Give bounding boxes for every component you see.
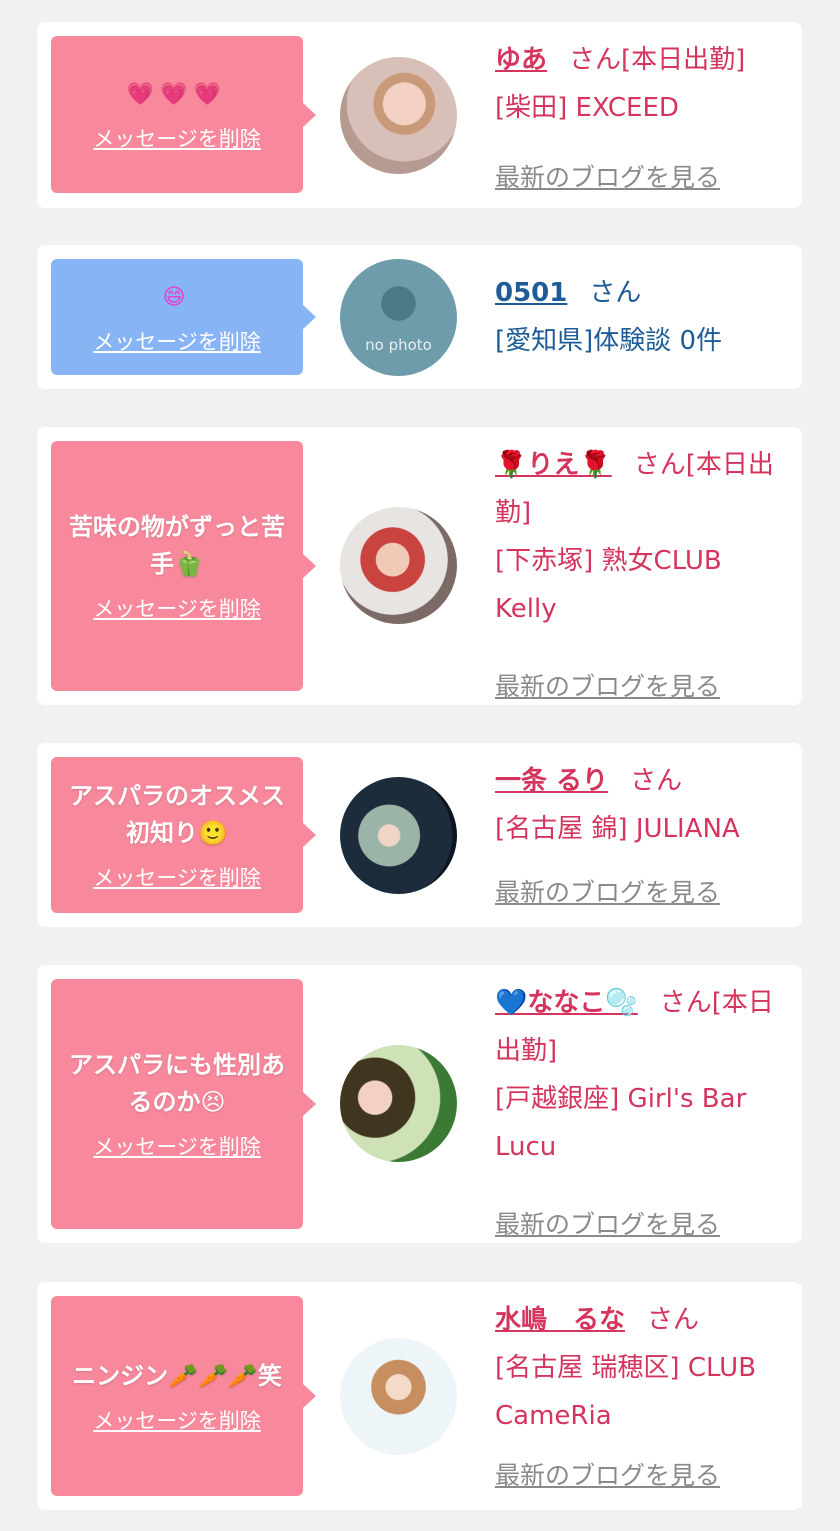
avatar[interactable] xyxy=(340,507,457,624)
latest-blog-link[interactable]: 最新のブログを見る xyxy=(495,158,720,194)
avatar[interactable] xyxy=(340,1045,457,1162)
message-text: アスパラのオスメス初知り🙂 xyxy=(69,782,285,847)
user-name-link[interactable]: ゆあ xyxy=(495,45,547,75)
user-name-link[interactable]: 一条 るり xyxy=(495,766,608,796)
honorific-label: さん xyxy=(633,450,686,480)
message-list: 💗💗💗 メッセージを削除 ゆあ さん[本日出勤] [柴田] EXCEED 最新のブ… xyxy=(0,0,840,1531)
message-bubble: 💗💗💗 メッセージを削除 xyxy=(51,36,316,193)
message-card: アスパラにも性別あるのか😣 メッセージを削除 💙ななこ🫧 さん[本日出勤] [戸越… xyxy=(37,965,802,1243)
honorific-label: さん xyxy=(630,766,683,796)
honorific-label: さん xyxy=(589,278,642,308)
delete-message-link[interactable]: メッセージを削除 xyxy=(93,1405,261,1435)
shop-label: [名古屋 錦] JULIANA xyxy=(495,814,740,844)
message-text: ニンジン🥕🥕🥕笑 xyxy=(72,1361,282,1390)
status-label: [本日出勤] xyxy=(621,45,746,75)
shop-label: [名古屋 瑞穂区] CLUB CameRia xyxy=(495,1353,757,1431)
shop-label: [柴田] EXCEED xyxy=(495,93,679,123)
latest-blog-link[interactable]: 最新のブログを見る xyxy=(495,873,720,909)
message-bubble: アスパラのオスメス初知り🙂 メッセージを削除 xyxy=(51,757,316,913)
avatar[interactable] xyxy=(340,1338,457,1455)
user-name-link[interactable]: 0501 xyxy=(495,278,567,308)
user-name-link[interactable]: 水嶋 るな xyxy=(495,1305,625,1335)
shop-label: [戸越銀座] Girl's Bar Lucu xyxy=(495,1084,747,1162)
delete-message-link[interactable]: メッセージを削除 xyxy=(93,593,261,623)
delete-message-link[interactable]: メッセージを削除 xyxy=(93,123,261,153)
latest-blog-link[interactable]: 最新のブログを見る xyxy=(495,1456,720,1492)
avatar[interactable] xyxy=(340,57,457,174)
message-bubble: アスパラにも性別あるのか😣 メッセージを削除 xyxy=(51,979,316,1229)
delete-message-link[interactable]: メッセージを削除 xyxy=(93,326,261,356)
message-card: 😄 メッセージを削除 no photo 0501 さん [愛知県]体験談 0件 xyxy=(37,245,802,389)
message-text: 😄 xyxy=(162,284,192,310)
message-card: アスパラのオスメス初知り🙂 メッセージを削除 一条 るり さん [名古屋 錦] J… xyxy=(37,743,802,927)
message-text: 苦味の物がずっと苦手🫑 xyxy=(69,513,285,578)
message-text: 💗💗💗 xyxy=(126,82,228,107)
avatar[interactable] xyxy=(340,777,457,894)
shop-label: [下赤塚] 熟女CLUB Kelly xyxy=(495,546,722,624)
message-card: 💗💗💗 メッセージを削除 ゆあ さん[本日出勤] [柴田] EXCEED 最新のブ… xyxy=(37,22,802,208)
user-name-link[interactable]: 💙ななこ🫧 xyxy=(495,988,638,1018)
honorific-label: さん xyxy=(569,45,622,75)
latest-blog-link[interactable]: 最新のブログを見る xyxy=(495,667,720,703)
latest-blog-link[interactable]: 最新のブログを見る xyxy=(495,1205,720,1241)
no-photo-text: no photo xyxy=(365,336,432,354)
no-photo-avatar[interactable]: no photo xyxy=(340,259,457,376)
message-bubble: 😄 メッセージを削除 xyxy=(51,259,316,375)
shop-label: [愛知県]体験談 0件 xyxy=(495,326,723,356)
message-card: ニンジン🥕🥕🥕笑 メッセージを削除 水嶋 るな さん [名古屋 瑞穂区] CLUB… xyxy=(37,1282,802,1510)
delete-message-link[interactable]: メッセージを削除 xyxy=(93,1131,261,1161)
message-card: 苦味の物がずっと苦手🫑 メッセージを削除 🌹りえ🌹 さん[本日出勤] [下赤塚] … xyxy=(37,427,802,705)
honorific-label: さん xyxy=(659,988,712,1018)
honorific-label: さん xyxy=(647,1305,700,1335)
message-bubble: ニンジン🥕🥕🥕笑 メッセージを削除 xyxy=(51,1296,316,1496)
message-text: アスパラにも性別あるのか😣 xyxy=(69,1051,285,1116)
delete-message-link[interactable]: メッセージを削除 xyxy=(93,862,261,892)
message-bubble: 苦味の物がずっと苦手🫑 メッセージを削除 xyxy=(51,441,316,691)
user-name-link[interactable]: 🌹りえ🌹 xyxy=(495,450,612,480)
